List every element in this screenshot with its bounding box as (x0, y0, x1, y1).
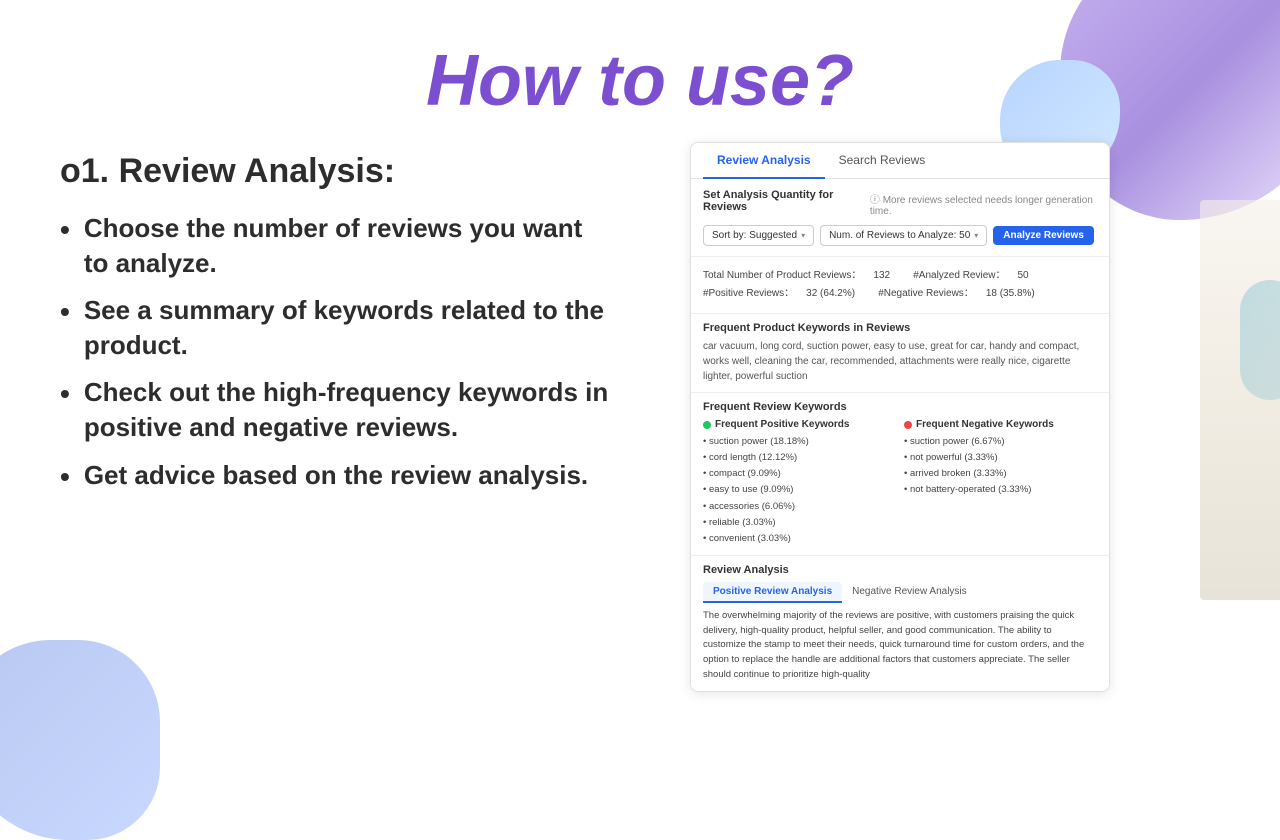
right-edge-image (1200, 200, 1280, 600)
positive-keywords-col: Frequent Positive Keywords suction power… (703, 419, 896, 547)
analysis-quantity-hint: ⓘ More reviews selected needs longer gen… (870, 191, 1097, 217)
review-analysis-section: Review Analysis Positive Review Analysis… (691, 556, 1109, 691)
analysis-quantity-title: Set Analysis Quantity for Reviews (703, 189, 866, 213)
review-analysis-tabs: Positive Review Analysis Negative Review… (703, 582, 1097, 603)
negative-dot-icon (904, 421, 912, 429)
controls-row: Sort by: Suggested ▾ Num. of Reviews to … (703, 225, 1097, 246)
product-keywords-title: Frequent Product Keywords in Reviews (703, 322, 1097, 334)
stats-row-2: #Positive Reviews： 32 (64.2%) #Negative R… (703, 285, 1097, 303)
negative-col-title: Frequent Negative Keywords (904, 419, 1097, 430)
positive-item-6: reliable (3.03%) (703, 515, 896, 531)
header: How to use? (0, 0, 1280, 152)
sort-by-select[interactable]: Sort by: Suggested ▾ (703, 225, 814, 246)
total-label: Total Number of Product Reviews： (703, 270, 861, 281)
negative-item-4: not battery-operated (3.33%) (904, 482, 1097, 498)
bullet-item-2: See a summary of keywords related to the… (60, 293, 610, 363)
page-content: How to use? o1. Review Analysis: Choose … (0, 0, 1280, 800)
bullet-item-1: Choose the number of reviews you want to… (60, 211, 610, 281)
right-column: Review Analysis Search Reviews Set Analy… (690, 142, 1110, 692)
negative-item-1: suction power (6.67%) (904, 434, 1097, 450)
stats-section: Total Number of Product Reviews： 132 #Ana… (691, 257, 1109, 314)
bullet-list: Choose the number of reviews you want to… (60, 211, 610, 495)
total-val: 132 (873, 270, 890, 281)
tab-search-reviews[interactable]: Search Reviews (825, 143, 940, 179)
product-keywords-section: Frequent Product Keywords in Reviews car… (691, 314, 1109, 393)
positive-item-5: accessories (6.06%) (703, 499, 896, 515)
bullet-item-3: Check out the high-frequency keywords in… (60, 375, 610, 445)
tab-bar: Review Analysis Search Reviews (691, 143, 1109, 179)
section-title: o1. Review Analysis: (60, 152, 610, 191)
analyzed-label: #Analyzed Review： (913, 270, 1005, 281)
positive-item-3: compact (9.09%) (703, 466, 896, 482)
analyze-reviews-button[interactable]: Analyze Reviews (993, 226, 1094, 245)
positive-val: 32 (64.2%) (806, 288, 855, 299)
chevron-down-icon-2: ▾ (974, 231, 978, 240)
ui-mockup: Review Analysis Search Reviews Set Analy… (690, 142, 1110, 692)
negative-label: #Negative Reviews： (878, 288, 974, 299)
positive-col-title: Frequent Positive Keywords (703, 419, 896, 430)
review-analysis-title: Review Analysis (703, 564, 1097, 576)
negative-item-2: not powerful (3.33%) (904, 450, 1097, 466)
analysis-quantity-section: Set Analysis Quantity for Reviews ⓘ More… (691, 179, 1109, 257)
positive-item-7: convenient (3.03%) (703, 531, 896, 547)
bullet-item-4: Get advice based on the review analysis. (60, 458, 610, 496)
negative-keywords-col: Frequent Negative Keywords suction power… (904, 419, 1097, 547)
negative-item-3: arrived broken (3.33%) (904, 466, 1097, 482)
frequent-keywords-title: Frequent Review Keywords (703, 401, 1097, 413)
product-keywords-text: car vacuum, long cord, suction power, ea… (703, 339, 1097, 384)
positive-item-2: cord length (12.12%) (703, 450, 896, 466)
positive-item-1: suction power (18.18%) (703, 434, 896, 450)
tab-review-analysis[interactable]: Review Analysis (703, 143, 825, 179)
stats-row-1: Total Number of Product Reviews： 132 #Ana… (703, 267, 1097, 285)
review-analysis-content: The overwhelming majority of the reviews… (703, 609, 1097, 683)
freq-cols: Frequent Positive Keywords suction power… (703, 419, 1097, 547)
positive-item-4: easy to use (9.09%) (703, 482, 896, 498)
negative-val: 18 (35.8%) (986, 288, 1035, 299)
left-column: o1. Review Analysis: Choose the number o… (60, 152, 610, 507)
tab-positive-review-analysis[interactable]: Positive Review Analysis (703, 582, 842, 603)
positive-label: #Positive Reviews： (703, 288, 794, 299)
right-edge-decor (1200, 200, 1280, 600)
analyzed-val: 50 (1017, 270, 1028, 281)
page-title: How to use? (0, 40, 1280, 122)
frequent-keywords-section: Frequent Review Keywords Frequent Positi… (691, 393, 1109, 556)
tab-negative-review-analysis[interactable]: Negative Review Analysis (842, 582, 977, 603)
chevron-down-icon: ▾ (801, 231, 805, 240)
main-layout: o1. Review Analysis: Choose the number o… (0, 152, 1280, 692)
num-reviews-select[interactable]: Num. of Reviews to Analyze: 50 ▾ (820, 225, 987, 246)
positive-dot-icon (703, 421, 711, 429)
